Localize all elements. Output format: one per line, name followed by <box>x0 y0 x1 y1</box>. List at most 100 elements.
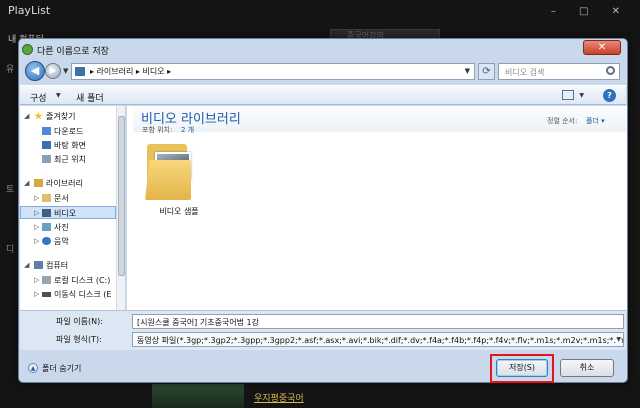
video-thumbnail[interactable] <box>152 384 244 408</box>
expand-icon[interactable]: ▷ <box>34 194 39 202</box>
filename-label: 파일 이름(N): <box>56 317 103 326</box>
left-letter: 토 <box>6 185 15 195</box>
nav-label: 바탕 화면 <box>54 141 86 150</box>
nav-item-removable-disk[interactable]: ▷ 이동식 디스크 (E <box>20 288 116 301</box>
expand-icon[interactable]: ▷ <box>34 237 39 245</box>
address-row: ◀ ▶ ▼ ▸ 라이브러리 ▸ 비디오 ▸ ▼ ⟳ 비디오 검색 <box>23 61 623 83</box>
video-title-link[interactable]: 우지평중국어 <box>254 391 304 404</box>
nav-label: 컴퓨터 <box>46 261 69 270</box>
nav-label: 비디오 <box>54 209 77 218</box>
nav-item-computer[interactable]: ◢ 컴퓨터 <box>20 259 116 272</box>
nav-item-documents[interactable]: ▷ 문서 <box>20 192 116 205</box>
includes-label: 포함 위치: <box>142 126 173 134</box>
breadcrumb[interactable]: ▸ 라이브러리 ▸ 비디오 ▸ <box>90 66 171 77</box>
computer-icon <box>34 261 43 269</box>
left-letter: 디 <box>6 245 15 255</box>
expand-icon[interactable]: ▷ <box>34 209 39 217</box>
removable-disk-icon <box>42 292 51 297</box>
forward-button[interactable]: ▶ <box>45 63 61 79</box>
collapse-icon[interactable]: ◢ <box>24 261 29 269</box>
nav-label: 음악 <box>54 237 69 246</box>
left-letter <box>0 92 18 106</box>
documents-icon <box>42 194 51 202</box>
new-folder-button[interactable]: 새 폴더 <box>76 91 104 104</box>
scrollbar-thumb[interactable] <box>118 116 125 276</box>
desktop-icon <box>42 141 51 149</box>
collapse-icon[interactable]: ◢ <box>24 179 29 187</box>
left-letter <box>0 152 18 166</box>
dialog-button-bar: ▲ 폴더 숨기기 저장(S) 취소 <box>20 351 626 383</box>
nav-label: 로컬 디스크 (C:) <box>54 276 111 285</box>
nav-item-videos[interactable]: ▷ 비디오 <box>20 206 116 219</box>
chevron-down-icon[interactable]: ▼ <box>465 67 470 75</box>
left-letter: 유 <box>6 65 15 75</box>
nav-item-music[interactable]: ▷ 음악 <box>20 235 116 248</box>
search-input[interactable]: 비디오 검색 <box>498 63 620 80</box>
address-bar[interactable]: ▸ 라이브러리 ▸ 비디오 ▸ ▼ <box>71 63 475 80</box>
nav-label: 이동식 디스크 (E <box>54 290 112 299</box>
star-icon <box>34 112 43 120</box>
search-placeholder: 비디오 검색 <box>505 68 545 77</box>
collapse-icon[interactable]: ◢ <box>24 112 29 120</box>
nav-item-desktop[interactable]: 바탕 화면 <box>20 139 116 152</box>
chevron-down-icon[interactable]: ▼ <box>616 336 621 343</box>
save-form: 파일 이름(N): [시원스쿨 중국어] 기초중국어법 1강 파일 형식(T):… <box>20 310 626 350</box>
left-letter <box>0 212 18 226</box>
app-left-strip: 유 토 디 <box>0 62 18 382</box>
nav-label: 사진 <box>54 223 69 232</box>
command-toolbar: 구성 ▼ 새 폴더 ▼ ? <box>20 85 626 105</box>
libraries-icon <box>34 179 43 187</box>
hard-disk-icon <box>42 276 51 284</box>
sort-dropdown[interactable]: 폴더 ▾ <box>586 116 605 126</box>
expand-icon[interactable]: ▷ <box>34 290 39 298</box>
dialog-title: 다른 이름으로 저장 <box>37 47 109 57</box>
sort-label: 정렬 순서: <box>547 117 578 125</box>
downloads-icon <box>42 127 51 135</box>
folder-label: 비디오 샘플 <box>159 207 199 216</box>
nav-item-recent[interactable]: 최근 위치 <box>20 153 116 166</box>
save-button[interactable]: 저장(S) <box>496 359 548 377</box>
dialog-titlebar[interactable]: 다른 이름으로 저장 ✕ <box>19 39 627 59</box>
music-icon <box>42 237 51 245</box>
filetype-label: 파일 형식(T): <box>56 335 102 344</box>
organize-button[interactable]: 구성 <box>30 91 47 104</box>
chevron-down-icon[interactable]: ▼ <box>579 92 584 99</box>
nav-label: 다운로드 <box>54 127 84 136</box>
file-list-pane: 비디오 라이브러리 포함 위치: 2 개 정렬 순서: 폴더 ▾ 비디오 샘플 <box>127 106 627 310</box>
back-button[interactable]: ◀ <box>25 61 45 81</box>
close-button[interactable]: ✕ <box>583 40 621 55</box>
nav-label: 문서 <box>54 194 69 203</box>
filetype-value: 동영상 파일(*.3gp;*.3gp2;*.3gpp;*.3gpp2;*.asf… <box>137 336 624 345</box>
nav-item-pictures[interactable]: ▷ 사진 <box>20 221 116 234</box>
expand-icon[interactable]: ▷ <box>34 276 39 284</box>
includes-locations-link[interactable]: 2 개 <box>181 125 194 135</box>
library-header: 비디오 라이브러리 포함 위치: 2 개 정렬 순서: 폴더 ▾ <box>133 106 627 135</box>
folder-item[interactable]: 비디오 샘플 <box>143 142 205 220</box>
filetype-select[interactable]: 동영상 파일(*.3gp;*.3gp2;*.3gpp;*.3gpp2;*.asf… <box>132 332 624 347</box>
nav-item-favorites[interactable]: ◢ 즐겨찾기 <box>20 110 116 123</box>
filename-input[interactable]: [시원스쿨 중국어] 기초중국어법 1강 <box>132 314 624 329</box>
history-dropdown-icon[interactable]: ▼ <box>63 67 68 75</box>
window-controls[interactable]: – □ ✕ <box>551 6 630 17</box>
search-icon <box>606 66 615 75</box>
folder-front <box>145 160 191 200</box>
folder-icon <box>75 67 85 76</box>
expand-icon[interactable]: ▷ <box>34 223 39 231</box>
navigation-pane: ◢ 즐겨찾기 다운로드 바탕 화면 최근 위치 ◢ 라이브러리 ▷ 문서 ▷ 비… <box>20 106 126 310</box>
nav-item-libraries[interactable]: ◢ 라이브러리 <box>20 177 116 190</box>
app-icon <box>22 44 33 55</box>
nav-scrollbar[interactable] <box>116 106 125 310</box>
chevron-up-icon[interactable]: ▲ <box>28 363 38 373</box>
refresh-button[interactable]: ⟳ <box>478 63 495 80</box>
videos-icon <box>42 209 51 217</box>
hide-folders-button[interactable]: 폴더 숨기기 <box>42 363 81 374</box>
view-options-icon[interactable] <box>562 90 574 100</box>
help-icon[interactable]: ? <box>603 89 616 102</box>
chevron-down-icon: ▼ <box>56 92 61 99</box>
nav-item-downloads[interactable]: 다운로드 <box>20 125 116 138</box>
nav-item-local-disk[interactable]: ▷ 로컬 디스크 (C:) <box>20 274 116 287</box>
left-letter <box>0 122 18 136</box>
pictures-icon <box>42 223 51 231</box>
app-title: PlayList <box>8 4 51 17</box>
cancel-button[interactable]: 취소 <box>560 359 614 377</box>
